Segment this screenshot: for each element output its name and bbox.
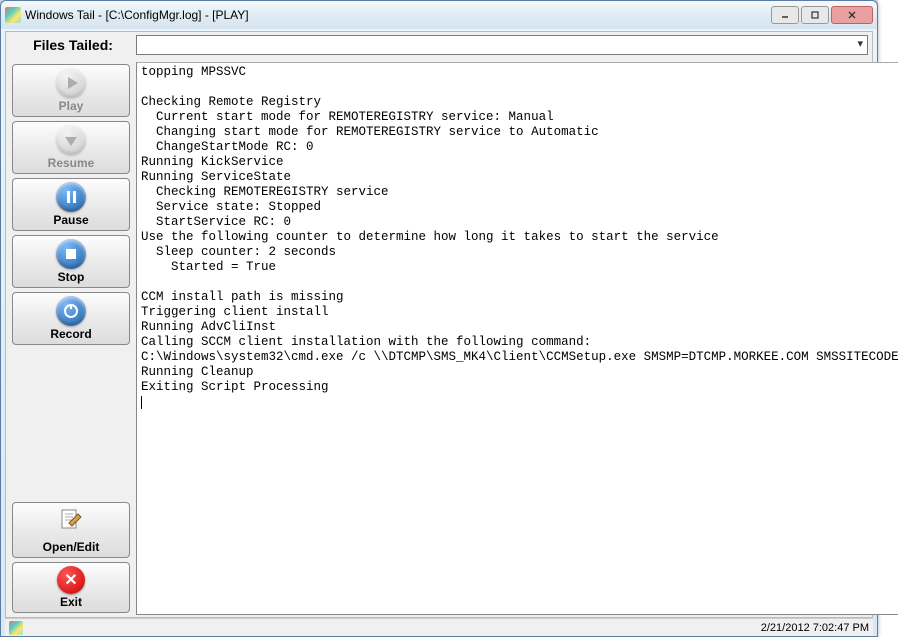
- pause-button[interactable]: Pause: [12, 178, 130, 231]
- log-text[interactable]: topping MPSSVC Checking Remote Registry …: [137, 63, 898, 614]
- header-row: Files Tailed:: [6, 32, 872, 58]
- exit-label: Exit: [60, 595, 82, 609]
- play-icon: [56, 68, 86, 98]
- log-area: topping MPSSVC Checking Remote Registry …: [136, 62, 898, 615]
- open-edit-label: Open/Edit: [43, 540, 100, 554]
- resume-button[interactable]: Resume: [12, 121, 130, 174]
- sidebar: Play Resume Pause Stop Record: [6, 60, 136, 617]
- exit-button[interactable]: Exit: [12, 562, 130, 613]
- play-label: Play: [59, 99, 84, 113]
- main-window: Windows Tail - [C:\ConfigMgr.log] - [PLA…: [0, 0, 878, 637]
- body-row: Play Resume Pause Stop Record: [6, 60, 872, 617]
- stop-button[interactable]: Stop: [12, 235, 130, 288]
- window-title: Windows Tail - [C:\ConfigMgr.log] - [PLA…: [25, 8, 771, 22]
- resume-icon: [56, 125, 86, 155]
- window-controls: [771, 6, 873, 24]
- play-button[interactable]: Play: [12, 64, 130, 117]
- record-label: Record: [50, 327, 91, 341]
- pause-icon: [56, 182, 86, 212]
- pause-label: Pause: [53, 213, 88, 227]
- record-button[interactable]: Record: [12, 292, 130, 345]
- files-tailed-label: Files Tailed:: [10, 37, 136, 53]
- open-edit-button[interactable]: Open/Edit: [12, 502, 130, 558]
- titlebar[interactable]: Windows Tail - [C:\ConfigMgr.log] - [PLA…: [1, 1, 877, 29]
- stop-label: Stop: [58, 270, 85, 284]
- stop-icon: [56, 239, 86, 269]
- resume-label: Resume: [48, 156, 95, 170]
- status-icon: [9, 621, 23, 635]
- file-dropdown[interactable]: [136, 35, 868, 55]
- content-area: Files Tailed: Play Resume Pause: [5, 31, 873, 618]
- minimize-button[interactable]: [771, 6, 799, 24]
- edit-icon: [57, 506, 85, 539]
- status-timestamp: 2/21/2012 7:02:47 PM: [761, 622, 869, 634]
- close-button[interactable]: [831, 6, 873, 24]
- statusbar: 2/21/2012 7:02:47 PM: [5, 618, 873, 636]
- app-icon: [5, 7, 21, 23]
- record-icon: [56, 296, 86, 326]
- exit-icon: [57, 566, 85, 594]
- maximize-button[interactable]: [801, 6, 829, 24]
